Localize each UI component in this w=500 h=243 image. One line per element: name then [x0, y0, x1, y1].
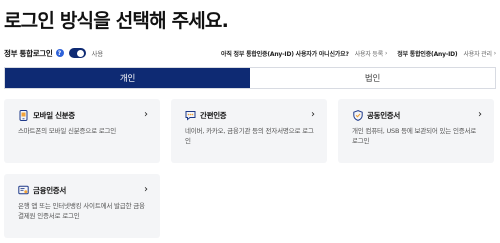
tab-corporate[interactable]: 법인 — [250, 68, 495, 88]
signup-link[interactable]: 사용자 등록 › — [355, 49, 388, 58]
tab-individual[interactable]: 개인 — [5, 68, 250, 88]
login-card-financial-certificate[interactable]: 금융인증서 › 은행 앱 또는 인터넷뱅킹 사이트에서 발급한 금융결제원 인증… — [4, 174, 160, 238]
chevron-right-icon: › — [493, 49, 496, 57]
manage-link-label: 사용자 관리 — [463, 50, 492, 58]
manage-question: 정부 통합인증(Any-ID) — [397, 50, 458, 58]
switch-state-label: 사용 — [91, 50, 104, 58]
login-card-mobile-id[interactable]: 모바일 신분증 › 스마트폰의 모바일 신분증으로 로그인 — [4, 99, 160, 163]
chevron-right-icon: › — [144, 184, 148, 195]
card-description: 개인 컴퓨터, USB 등에 보관되어 있는 인증서로 로그인 — [352, 127, 477, 145]
login-options-bar: 정부 통합로그인 ? 사용 아직 정부 통합인증(Any-ID) 사용자가 아니… — [4, 46, 496, 60]
integrated-login-switch[interactable] — [68, 48, 86, 58]
card-title: 간편인증 — [200, 110, 227, 120]
user-type-tabs: 개인 법인 — [4, 67, 496, 89]
account-links: 아직 정부 통합인증(Any-ID) 사용자가 아니신가요? 사용자 등록 › … — [221, 49, 496, 58]
chevron-right-icon: › — [144, 109, 148, 120]
page-title: 로그인 방식을 선택해 주세요. — [4, 10, 229, 32]
integrated-login-toggle-group: 정부 통합로그인 ? 사용 — [4, 48, 103, 59]
help-icon[interactable]: ? — [55, 49, 64, 57]
card-title: 공동인증서 — [367, 110, 400, 120]
card-title: 모바일 신분증 — [33, 110, 75, 120]
shield-icon — [352, 109, 363, 121]
certificate-icon — [18, 185, 29, 196]
chevron-right-icon: › — [311, 109, 315, 120]
phone-icon — [18, 109, 29, 121]
card-description: 은행 앱 또는 인터넷뱅킹 사이트에서 발급한 금융결제원 인증서로 로그인 — [18, 202, 145, 220]
card-description: 스마트폰의 모바일 신분증으로 로그인 — [18, 127, 117, 135]
integrated-login-label: 정부 통합로그인 — [4, 48, 53, 58]
signup-question: 아직 정부 통합인증(Any-ID) 사용자가 아니신가요? — [221, 50, 349, 58]
chevron-right-icon: › — [385, 49, 388, 57]
chevron-right-icon: › — [478, 109, 482, 120]
card-title: 금융인증서 — [33, 185, 66, 195]
switch-knob — [77, 49, 85, 57]
chat-icon — [185, 110, 196, 121]
login-card-joint-certificate[interactable]: 공동인증서 › 개인 컴퓨터, USB 등에 보관되어 있는 인증서로 로그인 — [338, 99, 494, 163]
card-description: 네이버, 카카오, 금융기관 등의 전자서명으로 로그인 — [185, 127, 314, 145]
manage-link[interactable]: 사용자 관리 › — [463, 49, 496, 58]
signup-link-label: 사용자 등록 — [354, 50, 384, 58]
login-card-simple-auth[interactable]: 간편인증 › 네이버, 카카오, 금융기관 등의 전자서명으로 로그인 — [171, 99, 327, 163]
